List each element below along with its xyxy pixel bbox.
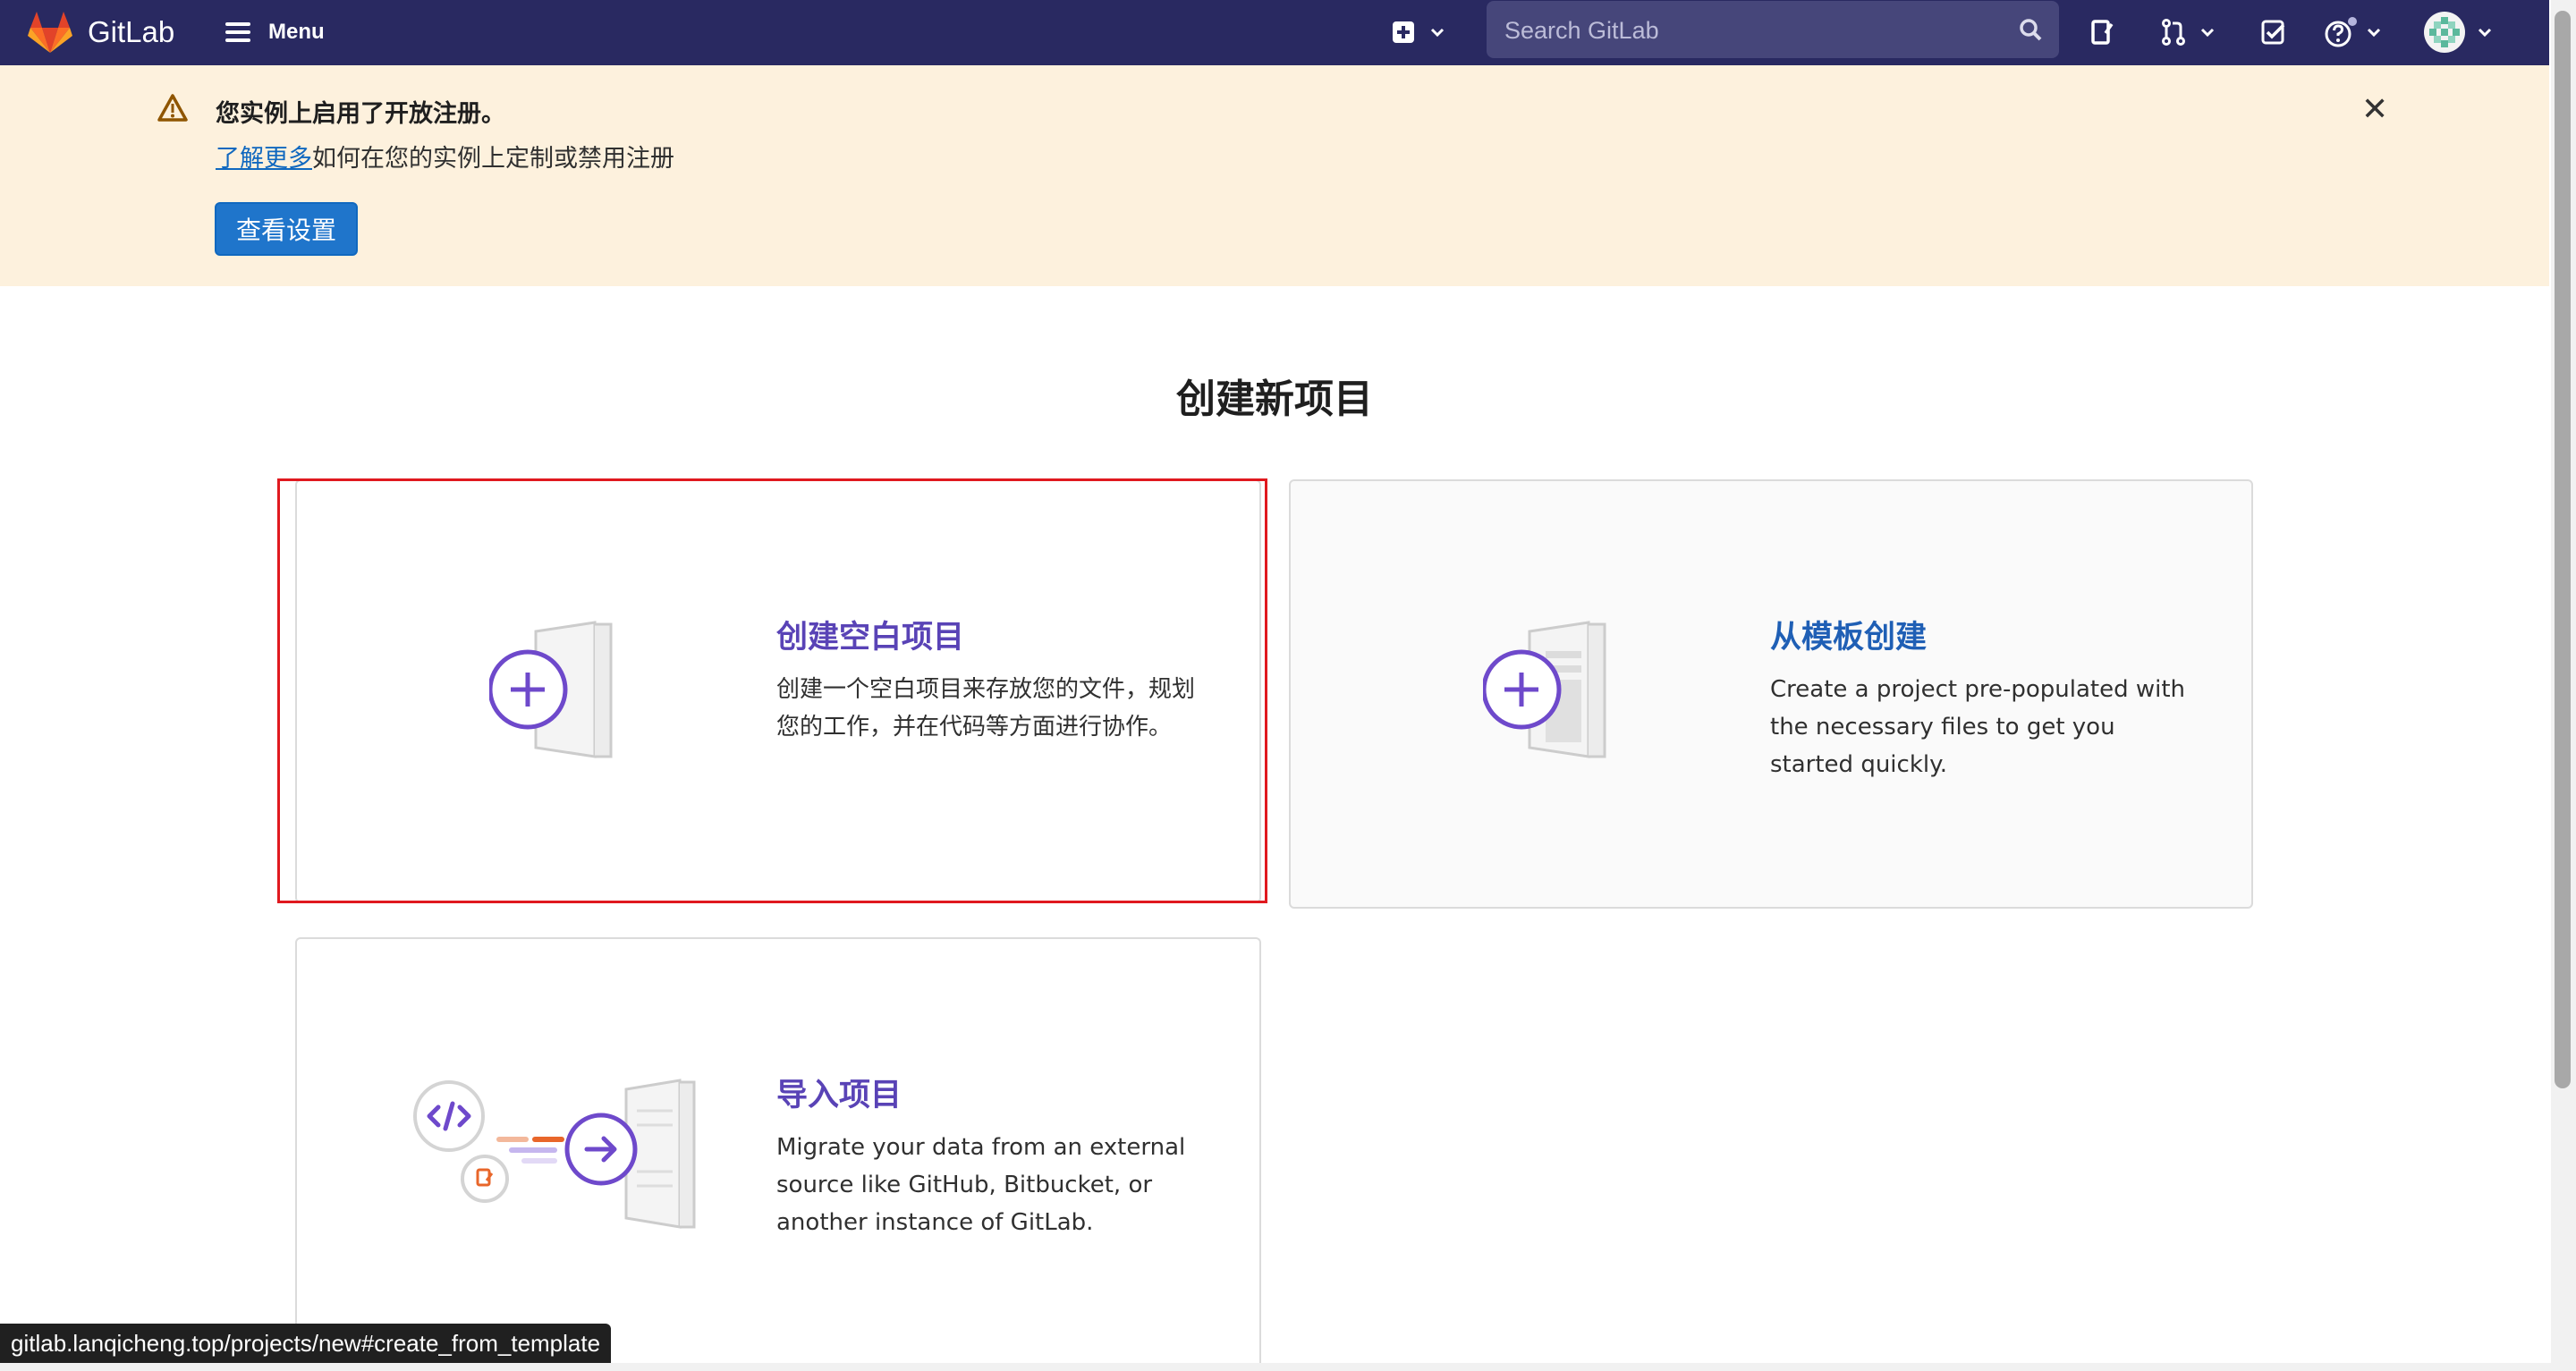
new-item-dropdown[interactable] xyxy=(1391,13,1446,52)
search-icon xyxy=(2020,19,2042,41)
registration-alert-banner: 您实例上启用了开放注册。 了解更多如何在您的实例上定制或禁用注册 查看设置 ✕ xyxy=(0,65,2549,286)
link-preview-statusbar: gitlab.lanqicheng.top/projects/new#creat… xyxy=(0,1324,612,1363)
top-navbar: GitLab Menu xyxy=(0,0,2549,65)
page-title: 创建新项目 xyxy=(1176,377,1373,422)
issues-button[interactable] xyxy=(2089,13,2116,52)
menu-label: Menu xyxy=(268,20,325,44)
warning-icon xyxy=(157,94,188,122)
banner-text: 了解更多如何在您的实例上定制或禁用注册 xyxy=(216,139,674,173)
help-icon xyxy=(2325,17,2357,47)
card-title: 导入项目 xyxy=(776,1078,902,1113)
banner-title: 您实例上启用了开放注册。 xyxy=(216,100,505,128)
card-title: 从模板创建 xyxy=(1770,620,1928,656)
chevron-down-icon xyxy=(2367,28,2381,38)
import-project-icon xyxy=(413,1079,696,1229)
search-input[interactable] xyxy=(1503,1,2007,60)
user-menu-dropdown[interactable] xyxy=(2424,12,2494,53)
chevron-down-icon xyxy=(2478,28,2492,38)
brand-home-link[interactable]: GitLab xyxy=(27,7,174,57)
menu-button[interactable]: Menu xyxy=(225,13,325,52)
avatar xyxy=(2424,12,2465,53)
horizontal-scrollbar[interactable] xyxy=(0,1363,2551,1371)
learn-more-link[interactable]: 了解更多 xyxy=(216,145,312,173)
brand-name: GitLab xyxy=(88,15,175,48)
help-dropdown[interactable] xyxy=(2324,13,2383,52)
selection-highlight xyxy=(277,478,1267,903)
gitlab-logo-icon xyxy=(28,12,72,53)
merge-requests-dropdown[interactable] xyxy=(2159,13,2216,52)
template-project-icon xyxy=(1483,621,1606,758)
new-item-icon xyxy=(1393,21,1414,43)
card-description: Create a project pre-populated with the … xyxy=(1770,676,2186,778)
import-project-card[interactable]: 导入项目 Migrate your data from an external … xyxy=(295,937,1261,1371)
chevron-down-icon xyxy=(2200,28,2215,38)
hamburger-icon xyxy=(225,22,250,42)
todos-icon xyxy=(2261,20,2285,45)
banner-text-rest: 如何在您的实例上定制或禁用注册 xyxy=(312,145,674,173)
chevron-down-icon xyxy=(1430,28,1445,38)
card-description: Migrate your data from an external sourc… xyxy=(776,1134,1186,1236)
close-icon[interactable]: ✕ xyxy=(2361,94,2388,126)
merge-requests-icon xyxy=(2162,19,2185,46)
search-bar[interactable] xyxy=(1487,1,2059,60)
vertical-scrollbar-thumb[interactable] xyxy=(2555,11,2571,1088)
template-project-card[interactable]: 从模板创建 Create a project pre-populated wit… xyxy=(1289,479,2253,909)
issues-icon xyxy=(2091,20,2114,45)
todos-button[interactable] xyxy=(2260,13,2287,52)
view-settings-button[interactable]: 查看设置 xyxy=(215,202,358,256)
